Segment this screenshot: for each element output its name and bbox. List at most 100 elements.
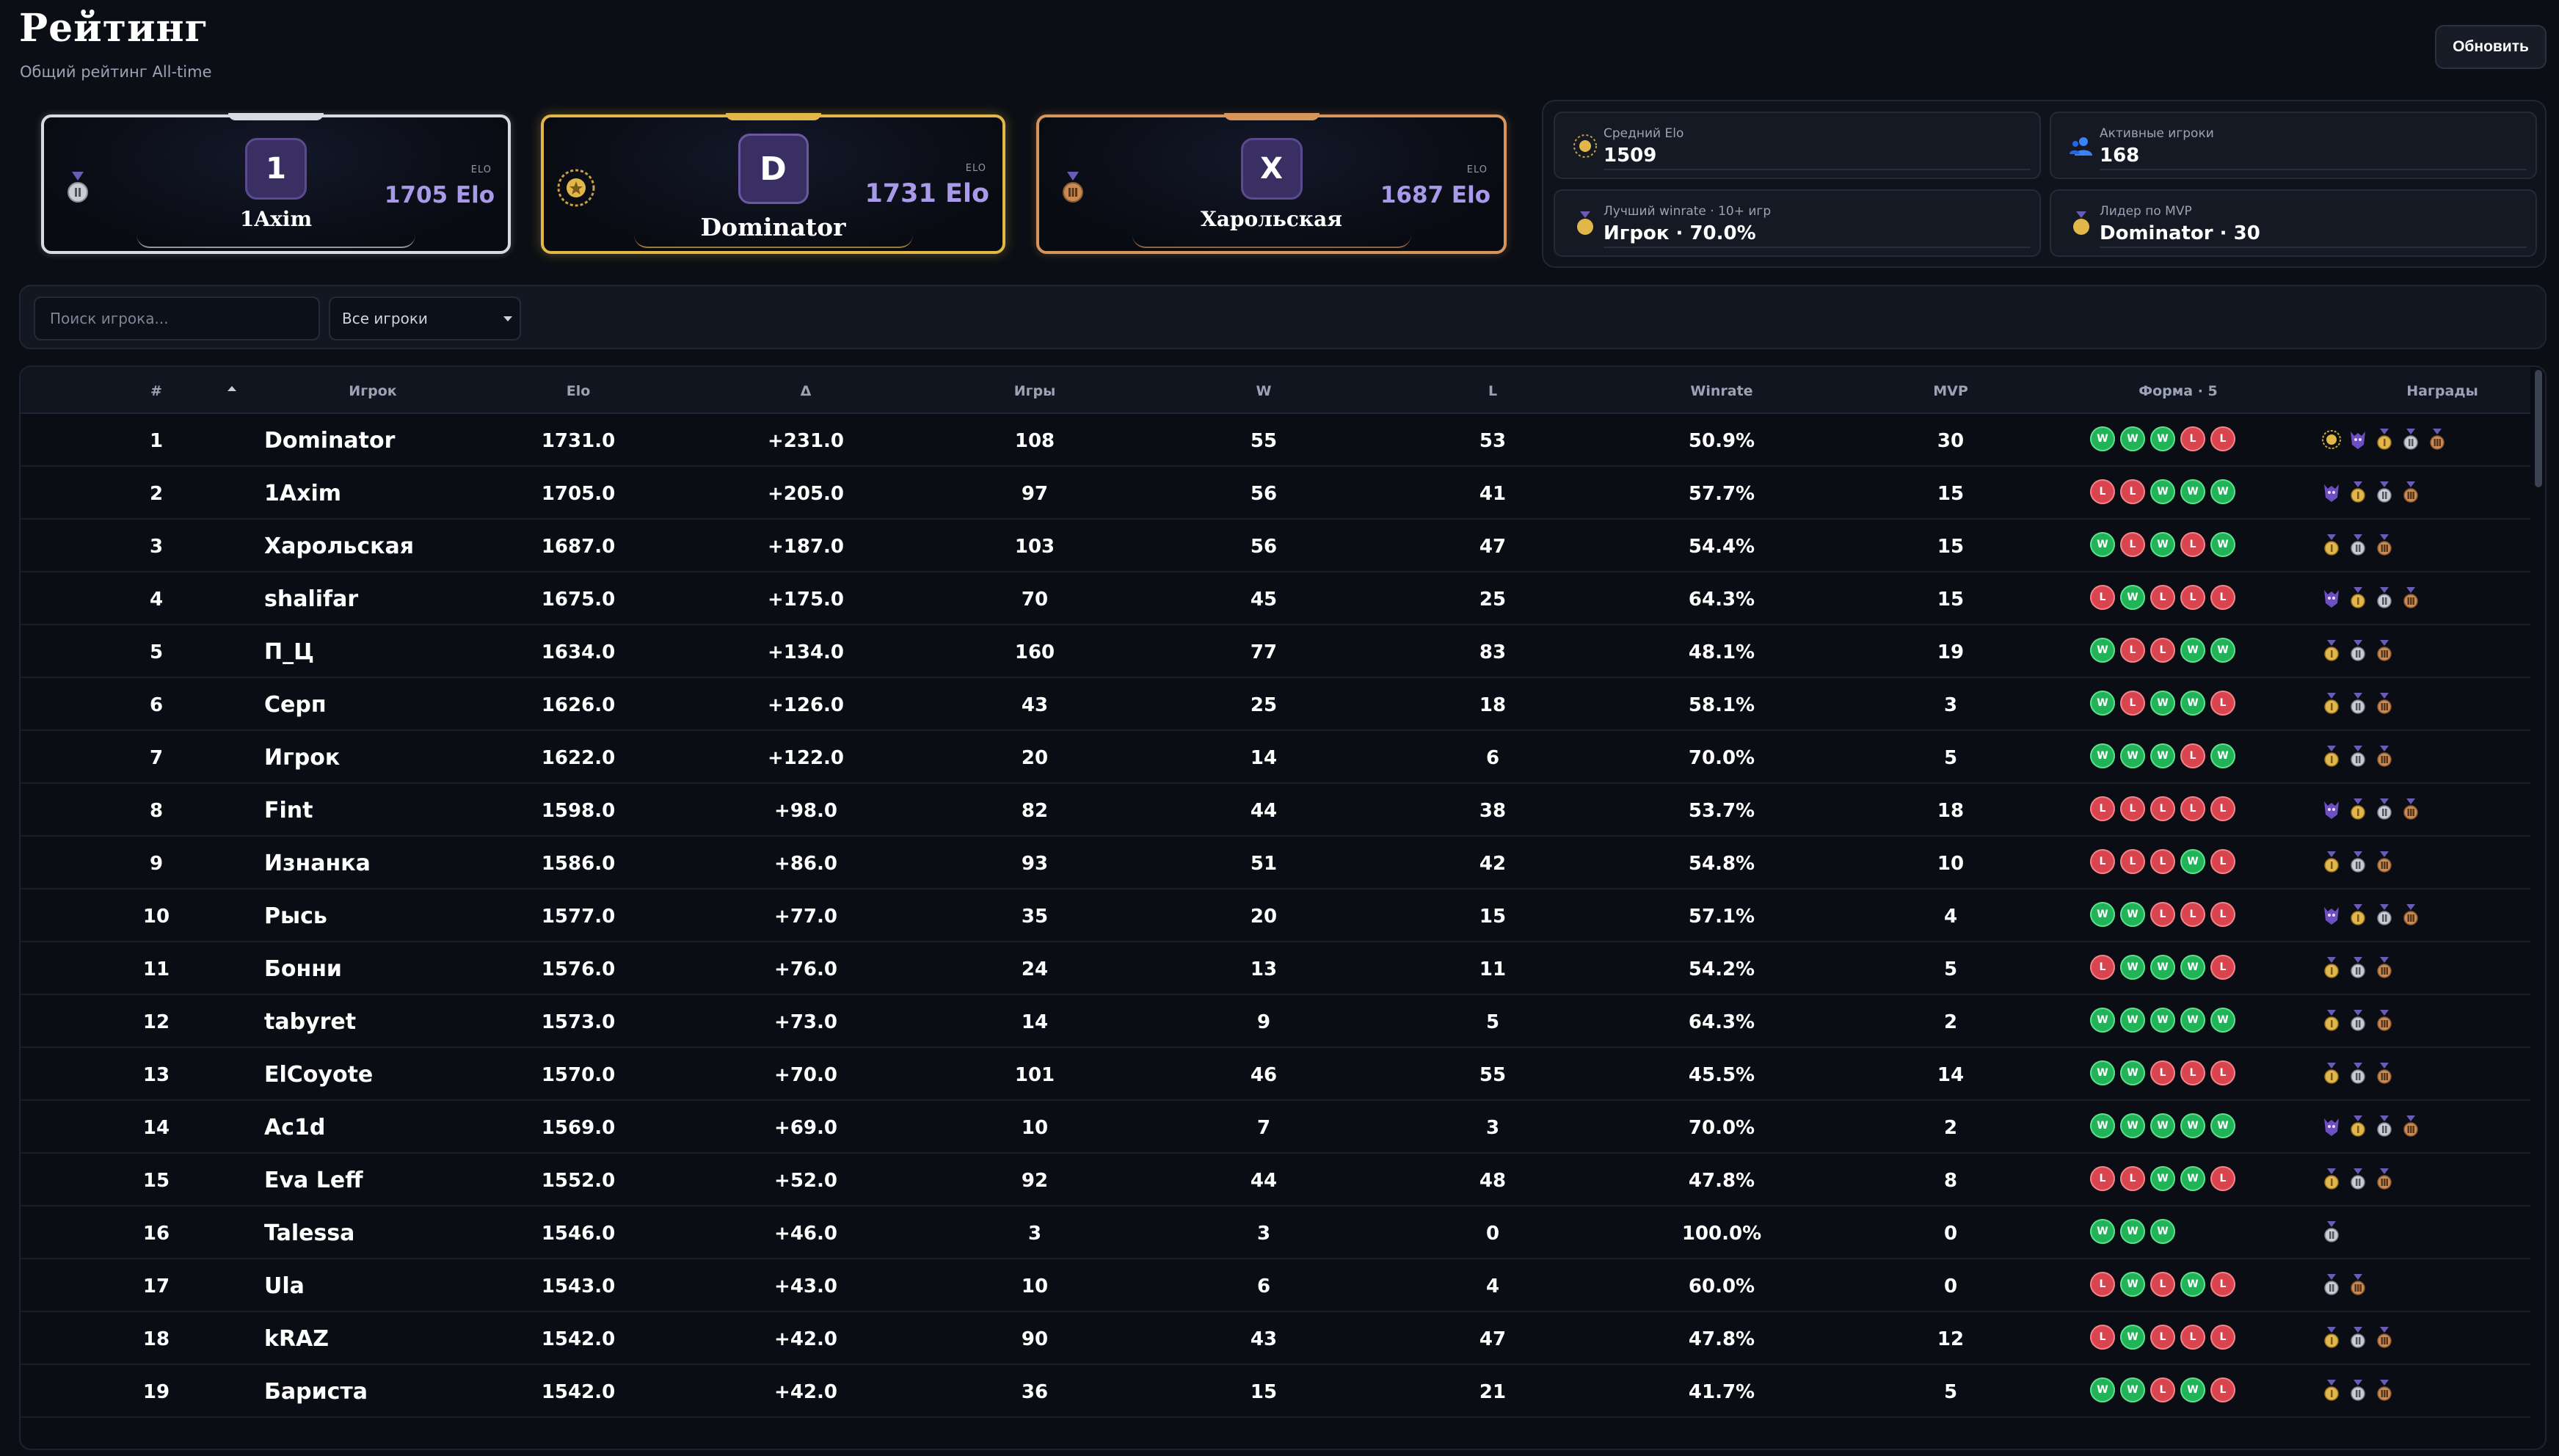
silver-award-icon[interactable] [2348,1327,2367,1352]
table-row[interactable]: 10 Рысь 1577.0 +77.0 35 20 15 57.1% 4 W W L L L [21,889,2530,942]
table-row[interactable]: 5 П_Ц 1634.0 +134.0 160 77 83 48.1% 19 W L L W W [21,625,2530,678]
demon-award-icon[interactable] [2322,587,2341,612]
player-name-cell[interactable]: Talessa [264,1220,543,1246]
bronze-award-icon[interactable] [2348,1274,2367,1299]
podium-card-second[interactable]: 1 1Axim ELO 1705 Elo [41,113,511,254]
silver-award-icon[interactable] [2348,1063,2367,1088]
laurel-award-icon[interactable] [2322,429,2341,454]
bronze-award-icon[interactable] [2375,1327,2394,1352]
gold-award-icon[interactable] [2322,693,2341,718]
silver-award-icon[interactable] [2348,693,2367,718]
search-input[interactable] [34,296,320,341]
column-header-mvp[interactable]: MVP [1892,383,2009,399]
bronze-award-icon[interactable] [2375,640,2394,665]
table-row[interactable]: 8 Fint 1598.0 +98.0 82 44 38 53.7% 18 L L L L L [21,784,2530,837]
podium-player-name[interactable]: Харольская [1039,207,1504,231]
player-name-cell[interactable]: П_Ц [264,639,543,665]
player-name-cell[interactable]: Серп [264,692,543,718]
silver-award-icon[interactable] [2348,534,2367,559]
silver-award-icon[interactable] [2348,1168,2367,1193]
gold-award-icon[interactable] [2348,798,2367,823]
column-header-player[interactable]: Игрок [299,383,446,399]
silver-award-icon[interactable] [2348,957,2367,982]
bronze-award-icon[interactable] [2401,587,2420,612]
silver-award-icon[interactable] [2401,429,2420,454]
bronze-award-icon[interactable] [2401,798,2420,823]
silver-award-icon[interactable] [2348,640,2367,665]
bronze-award-icon[interactable] [2375,1010,2394,1035]
table-row[interactable]: 17 Ula 1543.0 +43.0 10 6 4 60.0% 0 L W L W L [21,1259,2530,1312]
table-row[interactable]: 1 Dominator 1731.0 +231.0 108 55 53 50.9% 30 W W W L… [21,414,2530,467]
player-name-cell[interactable]: Рысь [264,903,543,929]
podium-player-name[interactable]: 1Axim [44,207,508,231]
silver-award-icon[interactable] [2348,1380,2367,1405]
demon-award-icon[interactable] [2322,798,2341,823]
column-header-losses[interactable]: L [1434,383,1551,399]
scrollbar[interactable] [2535,370,2542,487]
column-header-games[interactable]: Игры [976,383,1093,399]
table-row[interactable]: 16 Talessa 1546.0 +46.0 3 3 0 100.0% 0 W W W [21,1206,2530,1259]
silver-award-icon[interactable] [2348,851,2367,876]
player-name-cell[interactable]: shalifar [264,586,543,612]
bronze-award-icon[interactable] [2375,1168,2394,1193]
player-name-cell[interactable]: Бонни [264,956,543,982]
bronze-award-icon[interactable] [2375,1380,2394,1405]
bronze-award-icon[interactable] [2375,957,2394,982]
table-row[interactable]: 7 Игрок 1622.0 +122.0 20 14 6 70.0% 5 W W W L W [21,731,2530,784]
bronze-award-icon[interactable] [2401,904,2420,929]
gold-award-icon[interactable] [2322,851,2341,876]
player-name-cell[interactable]: Dominator [264,428,543,454]
gold-award-icon[interactable] [2348,1115,2367,1140]
silver-award-icon[interactable] [2375,587,2394,612]
gold-award-icon[interactable] [2322,1063,2341,1088]
player-name-cell[interactable]: 1Axim [264,481,543,506]
player-name-cell[interactable]: Бариста [264,1379,543,1405]
player-name-cell[interactable]: kRAZ [264,1326,543,1352]
player-name-cell[interactable]: Ula [264,1273,543,1299]
player-name-cell[interactable]: Fint [264,798,543,823]
table-row[interactable]: 14 Ac1d 1569.0 +69.0 10 7 3 70.0% 2 W W W W W [21,1101,2530,1154]
player-name-cell[interactable]: Изнанка [264,851,543,876]
table-row[interactable]: 2 1Axim 1705.0 +205.0 97 56 41 57.7% 15 L L W W W [21,467,2530,520]
table-row[interactable]: 6 Серп 1626.0 +126.0 43 25 18 58.1% 3 W L W W L [21,678,2530,731]
player-filter-select[interactable]: Все игроки [329,296,521,341]
refresh-button[interactable]: Обновить [2435,25,2547,69]
sort-asc-icon[interactable] [227,386,236,391]
gold-award-icon[interactable] [2322,1380,2341,1405]
bronze-award-icon[interactable] [2428,429,2447,454]
gold-award-icon[interactable] [2322,957,2341,982]
bronze-award-icon[interactable] [2375,746,2394,771]
player-name-cell[interactable]: Игрок [264,745,543,771]
demon-award-icon[interactable] [2322,1115,2341,1140]
bronze-award-icon[interactable] [2375,693,2394,718]
silver-award-icon[interactable] [2322,1221,2341,1246]
bronze-award-icon[interactable] [2375,1063,2394,1088]
gold-award-icon[interactable] [2348,904,2367,929]
silver-award-icon[interactable] [2375,904,2394,929]
bronze-award-icon[interactable] [2401,1115,2420,1140]
podium-card-first[interactable]: D Dominator ELO 1731 Elo [541,113,1005,254]
table-row[interactable]: 9 Изнанка 1586.0 +86.0 93 51 42 54.8% 10 L L L W L [21,837,2530,889]
table-row[interactable]: 19 Бариста 1542.0 +42.0 36 15 21 41.7% 5 W W L W L [21,1365,2530,1418]
gold-award-icon[interactable] [2322,534,2341,559]
table-row[interactable]: 4 shalifar 1675.0 +175.0 70 45 25 64.3% 15 L W L L L [21,572,2530,625]
gold-award-icon[interactable] [2322,1168,2341,1193]
table-row[interactable]: 13 ElCoyote 1570.0 +70.0 101 46 55 45.5% 14 W W L L L [21,1048,2530,1101]
gold-award-icon[interactable] [2348,587,2367,612]
table-row[interactable]: 18 kRAZ 1542.0 +42.0 90 43 47 47.8% 12 L W L L L [21,1312,2530,1365]
table-row[interactable]: 15 Eva Leff 1552.0 +52.0 92 44 48 47.8% 8 L L W W L [21,1154,2530,1206]
demon-award-icon[interactable] [2348,429,2367,454]
podium-card-third[interactable]: X Харольская ELO 1687 Elo [1036,113,1507,254]
silver-award-icon[interactable] [2348,1010,2367,1035]
gold-award-icon[interactable] [2322,746,2341,771]
demon-award-icon[interactable] [2322,904,2341,929]
silver-award-icon[interactable] [2375,481,2394,506]
player-name-cell[interactable]: Ac1d [264,1115,543,1140]
column-header-winrate[interactable]: Winrate [1663,383,1780,399]
player-name-cell[interactable]: Eva Leff [264,1168,543,1193]
gold-award-icon[interactable] [2322,1327,2341,1352]
column-header-delta[interactable]: Δ [747,383,864,399]
bronze-award-icon[interactable] [2401,481,2420,506]
gold-award-icon[interactable] [2348,481,2367,506]
table-row[interactable]: 12 tabyret 1573.0 +73.0 14 9 5 64.3% 2 W W W W W [21,995,2530,1048]
